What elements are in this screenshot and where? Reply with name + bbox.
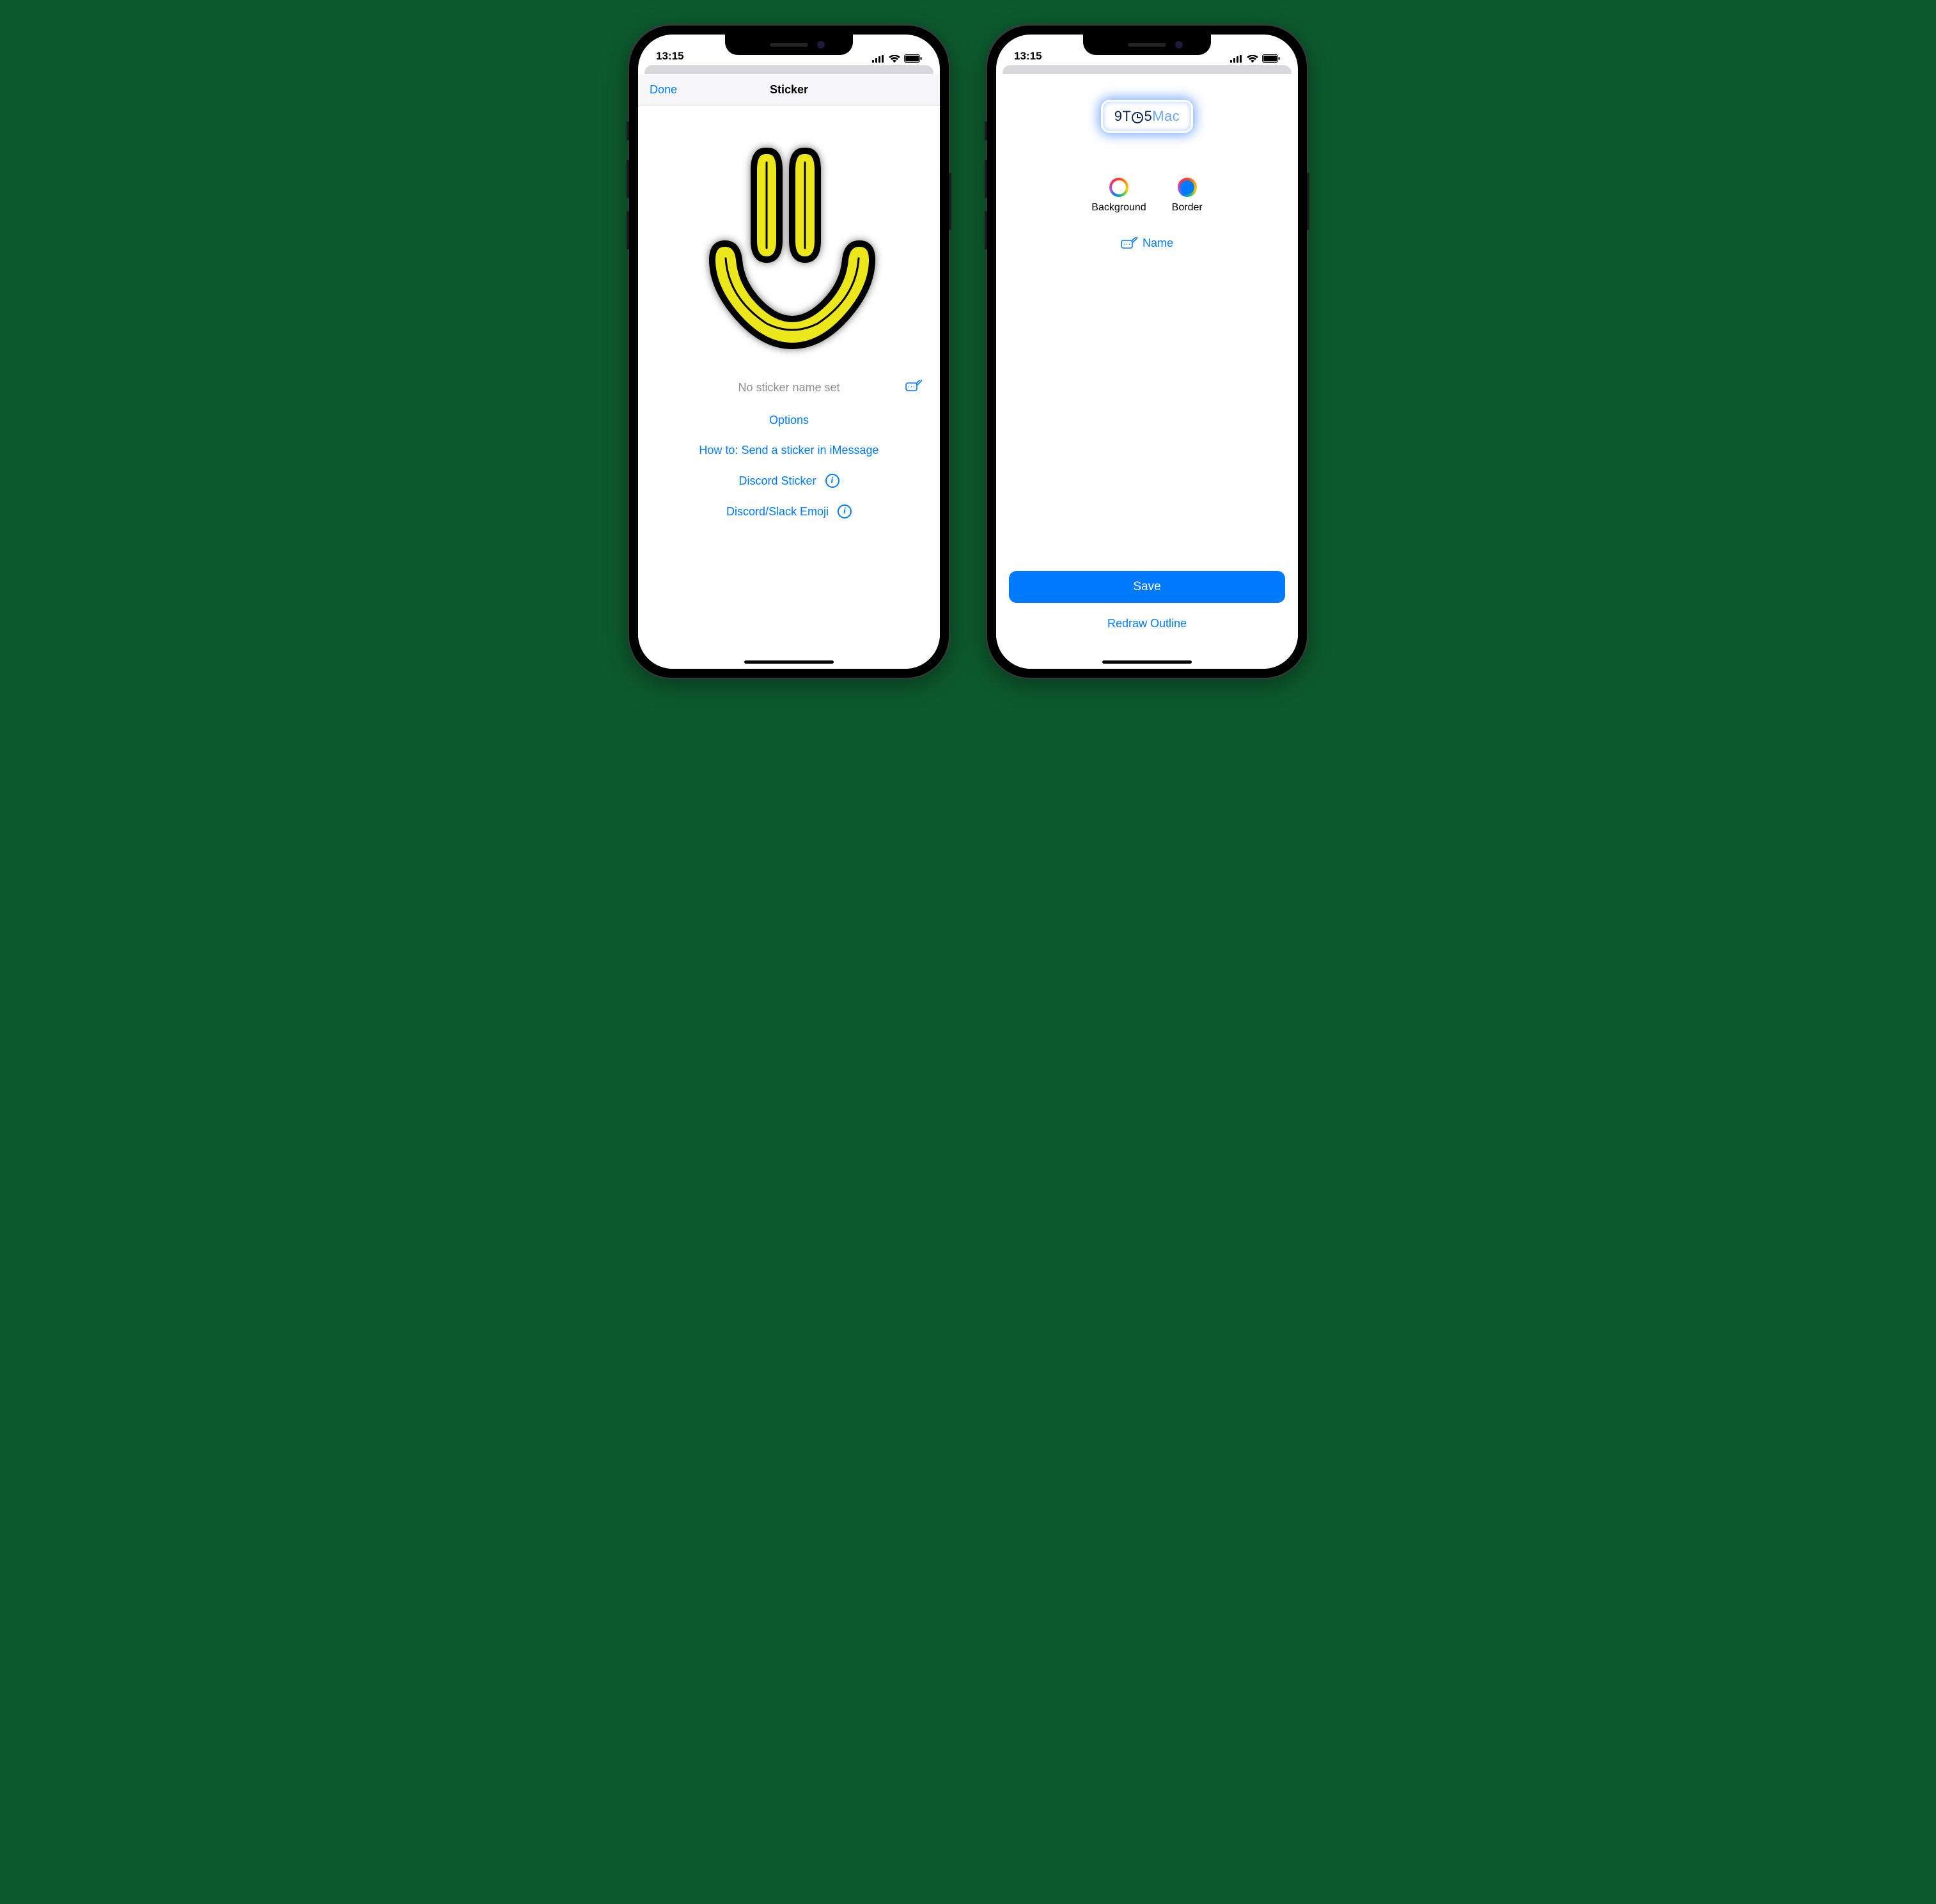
name-button[interactable]: Name: [1121, 237, 1173, 250]
name-button-label: Name: [1143, 237, 1173, 250]
logo-part3: Mac: [1152, 108, 1180, 125]
silence-switch[interactable]: [985, 121, 987, 141]
border-color-option[interactable]: Border: [1172, 178, 1203, 214]
options-link[interactable]: Options: [769, 414, 809, 427]
phone-left: 13:15 Done Sticker: [629, 26, 949, 678]
save-button[interactable]: Save: [1009, 571, 1285, 603]
sheet-background-card: [644, 65, 933, 74]
edit-name-icon: [1121, 237, 1137, 250]
silence-switch[interactable]: [627, 121, 629, 141]
howto-link[interactable]: How to: Send a sticker in iMessage: [699, 444, 878, 457]
background-color-option[interactable]: Background: [1091, 178, 1146, 214]
cellular-icon: [1230, 55, 1243, 63]
discord-sticker-link[interactable]: Discord Sticker: [738, 474, 816, 488]
power-button[interactable]: [949, 173, 951, 230]
edit-name-icon[interactable]: [905, 380, 922, 396]
wifi-icon: [1247, 55, 1258, 63]
volume-up-button[interactable]: [985, 160, 987, 198]
power-button[interactable]: [1307, 173, 1309, 230]
info-icon[interactable]: i: [825, 474, 839, 488]
logo-part1: 9T: [1114, 108, 1132, 125]
clock-icon: [1132, 112, 1143, 123]
logo-part2: 5: [1144, 108, 1152, 125]
done-button[interactable]: Done: [650, 83, 677, 97]
home-indicator[interactable]: [744, 660, 834, 664]
notch: [1083, 35, 1211, 55]
phone-right: 13:15 9T 5Mac Background Border: [987, 26, 1307, 678]
volume-down-button[interactable]: [985, 211, 987, 249]
sheet-background-card: [1003, 65, 1292, 74]
status-time: 13:15: [656, 50, 683, 63]
sticker-preview: [638, 113, 940, 368]
info-icon[interactable]: i: [838, 504, 852, 519]
battery-icon: [904, 54, 922, 63]
volume-up-button[interactable]: [627, 160, 629, 198]
sticker-name-placeholder: No sticker name set: [738, 381, 839, 394]
redraw-outline-link[interactable]: Redraw Outline: [1107, 617, 1187, 630]
border-label: Border: [1172, 202, 1203, 214]
nav-title: Sticker: [770, 83, 808, 97]
wifi-icon: [889, 55, 900, 63]
notch: [725, 35, 853, 55]
background-label: Background: [1091, 202, 1146, 214]
volume-down-button[interactable]: [627, 211, 629, 249]
nav-bar: Done Sticker: [638, 74, 940, 106]
status-time: 13:15: [1014, 50, 1042, 63]
discord-slack-emoji-link[interactable]: Discord/Slack Emoji: [726, 505, 829, 519]
logo-sticker-preview: 9T 5Mac: [1101, 100, 1194, 133]
home-indicator[interactable]: [1102, 660, 1192, 664]
battery-icon: [1262, 54, 1280, 63]
cellular-icon: [872, 55, 885, 63]
